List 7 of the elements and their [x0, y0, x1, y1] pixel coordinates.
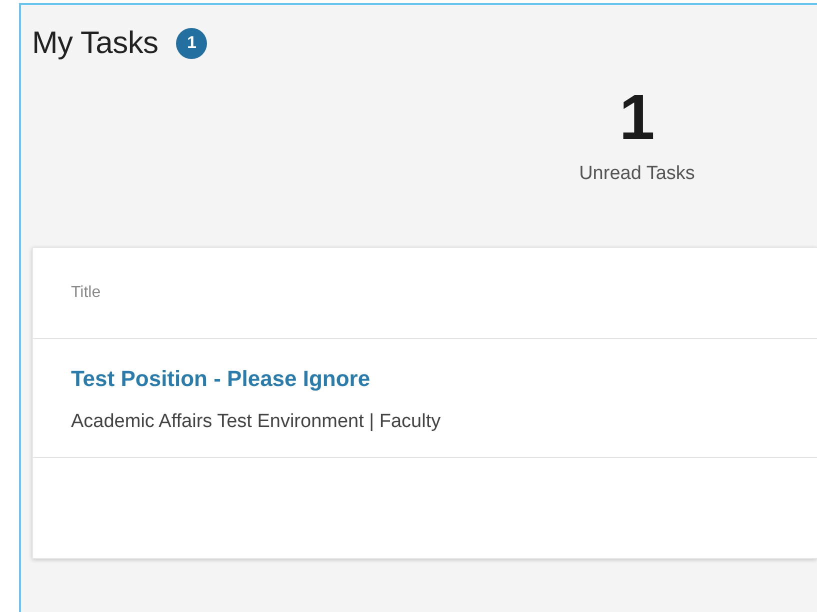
- unread-count: 1: [619, 85, 655, 149]
- task-details: Academic Affairs Test Environment | Faculty: [71, 411, 441, 433]
- task-link[interactable]: Test Position - Please Ignore: [71, 366, 370, 392]
- column-header: Title: [71, 284, 101, 302]
- unread-label: Unread Tasks: [579, 163, 695, 185]
- count-badge: 1: [176, 28, 208, 58]
- page-title: My Tasks: [32, 25, 158, 61]
